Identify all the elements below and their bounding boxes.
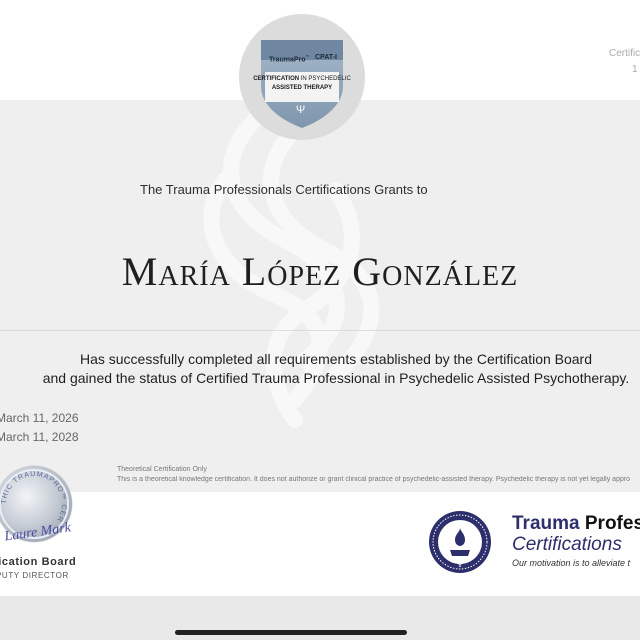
organization-name: Trauma Profes xyxy=(512,513,640,535)
badge-brand-name: TraumaPro xyxy=(269,56,306,64)
home-indicator[interactable] xyxy=(175,630,407,635)
grant-line: The Trauma Professionals Certifications … xyxy=(140,182,428,197)
top-right-line1: Certific xyxy=(609,48,640,59)
certification-badge: TraumaPro™ CPAT-I CERTIFICATION IN PSYCH… xyxy=(239,14,365,140)
statement-line2: and gained the status of Certified Traum… xyxy=(42,370,630,386)
organization-name-part1: Trauma xyxy=(512,513,580,534)
signatory-title: fication Board xyxy=(0,556,77,568)
signatory-role: PUTY DIRECTOR xyxy=(0,571,69,580)
recipient-name: María López González xyxy=(121,249,519,294)
organization-logo-icon: Ψ xyxy=(429,511,491,573)
badge-brand: TraumaPro™ xyxy=(269,54,310,63)
certificate-body xyxy=(0,100,640,492)
date-expires: March 11, 2028 xyxy=(0,430,79,444)
badge-line1: CERTIFICATION IN PSYCHEDELIC xyxy=(249,76,355,82)
top-right-meta: Certific 1 xyxy=(609,46,640,78)
badge-line1-a: CERTIFICATION xyxy=(253,76,300,82)
logo-psi: Ψ xyxy=(456,559,464,570)
disclaimer-text: This is a theoretical knowledge certific… xyxy=(117,476,631,483)
divider-line xyxy=(0,330,640,331)
organization-subtitle: Certifications xyxy=(512,534,622,555)
statement-line1: Has successfully completed all requireme… xyxy=(79,351,593,367)
signature: Laure Markie xyxy=(3,519,72,545)
badge-code: CPAT-I xyxy=(315,54,337,61)
date-issued: March 11, 2026 xyxy=(0,411,79,425)
disclaimer-title: Theoretical Certification Only xyxy=(117,466,207,473)
badge-line1-b: IN PSYCHEDELIC xyxy=(299,76,351,82)
organization-name-part2: Profes xyxy=(579,513,640,534)
badge-line2: ASSISTED THERAPY xyxy=(271,85,333,91)
signature-text: Laure Markie xyxy=(3,519,72,545)
psi-icon: Ψ xyxy=(296,104,306,116)
organization-tagline: Our motivation is to alleviate t xyxy=(512,558,631,568)
top-right-line2: 1 xyxy=(632,64,638,75)
badge-brand-mark: ™ xyxy=(305,54,310,59)
